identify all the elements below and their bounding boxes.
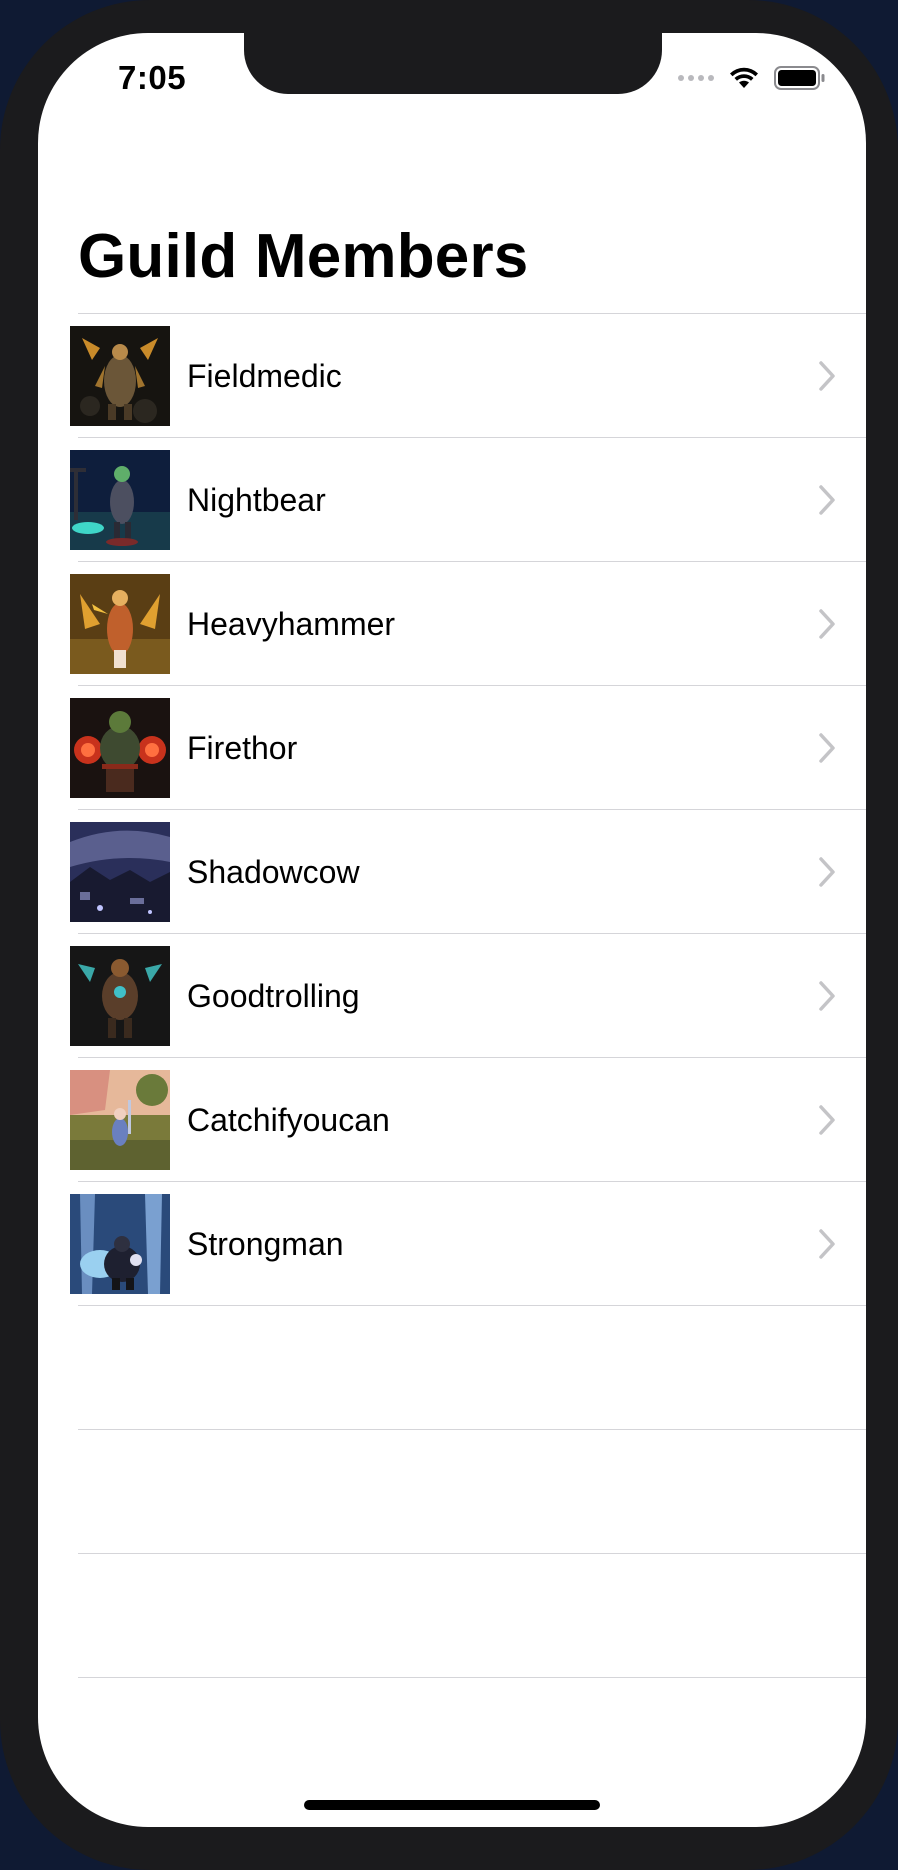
member-avatar <box>70 574 170 674</box>
empty-table-row <box>38 1430 866 1554</box>
member-name: Shadowcow <box>187 854 360 890</box>
member-avatar <box>70 698 170 798</box>
chevron-right-icon <box>819 733 835 763</box>
chevron-right-icon <box>819 1229 835 1259</box>
phone-screen: 7:05 Guild Members Fieldmedic Nightbear … <box>38 33 866 1827</box>
status-icons <box>678 66 826 90</box>
member-avatar <box>70 822 170 922</box>
chevron-right-icon <box>819 981 835 1011</box>
member-row-heavyhammer[interactable]: Heavyhammer <box>38 562 866 686</box>
member-row-shadowcow[interactable]: Shadowcow <box>38 810 866 934</box>
battery-icon <box>774 66 826 90</box>
member-row-strongman[interactable]: Strongman <box>38 1182 866 1306</box>
chevron-right-icon <box>819 609 835 639</box>
status-time: 7:05 <box>118 59 187 96</box>
member-avatar <box>70 1194 170 1294</box>
member-name: Nightbear <box>187 482 326 518</box>
member-row-catchifyoucan[interactable]: Catchifyoucan <box>38 1058 866 1182</box>
member-avatar <box>70 1070 170 1170</box>
member-name: Firethor <box>187 730 298 766</box>
wifi-icon <box>728 66 760 90</box>
member-avatar <box>70 450 170 550</box>
member-list: Fieldmedic Nightbear Heavyhammer Firetho… <box>38 314 866 1678</box>
home-indicator[interactable] <box>304 1800 600 1810</box>
member-name: Strongman <box>187 1226 344 1262</box>
member-row-fieldmedic[interactable]: Fieldmedic <box>38 314 866 438</box>
member-row-goodtrolling[interactable]: Goodtrolling <box>38 934 866 1058</box>
signal-dots-icon <box>678 75 714 81</box>
member-name: Catchifyoucan <box>187 1102 390 1138</box>
member-row-nightbear[interactable]: Nightbear <box>38 438 866 562</box>
chevron-right-icon <box>819 1105 835 1135</box>
chevron-right-icon <box>819 361 835 391</box>
chevron-right-icon <box>819 857 835 887</box>
member-name: Fieldmedic <box>187 358 342 394</box>
member-avatar <box>70 946 170 1046</box>
empty-table-row <box>38 1554 866 1678</box>
device-notch <box>244 33 662 94</box>
chevron-right-icon <box>819 485 835 515</box>
empty-table-row <box>38 1306 866 1430</box>
member-avatar <box>70 326 170 426</box>
page-title: Guild Members <box>78 222 529 291</box>
member-name: Goodtrolling <box>187 978 360 1014</box>
member-row-firethor[interactable]: Firethor <box>38 686 866 810</box>
member-name: Heavyhammer <box>187 606 396 642</box>
